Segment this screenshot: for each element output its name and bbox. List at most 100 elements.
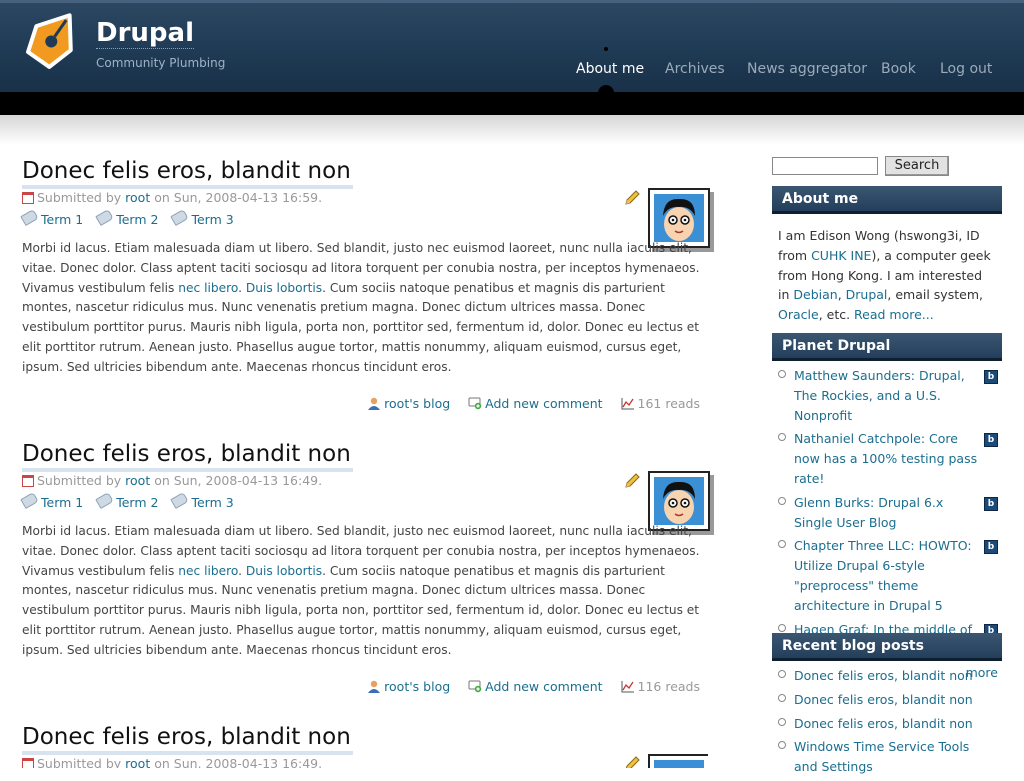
about-block: I am Edison Wong (hswong3i, ID from CUHK… (778, 228, 991, 323)
body-link[interactable]: nec libero (178, 281, 238, 295)
pencil-edit-icon[interactable] (624, 473, 640, 489)
search-button[interactable]: Search (885, 156, 949, 176)
stats-chart-icon (621, 398, 634, 410)
blog-post: Donec felis eros, blandit non Submitted … (20, 440, 710, 700)
list-item: Glenn Burks: Drupal 6.x Single User Blog… (772, 493, 1002, 533)
list-item: Nathaniel Catchpole: Core now has a 100%… (772, 429, 1002, 488)
feed-item-link[interactable]: Glenn Burks: Drupal 6.x Single User Blog (794, 495, 943, 530)
pencil-edit-icon[interactable] (624, 756, 640, 768)
body-link[interactable]: nec libero (178, 564, 238, 578)
user-icon (368, 680, 381, 693)
recent-posts-block: Donec felis eros, blandit non Donec feli… (772, 666, 1002, 781)
post-submitted: Submitted by root on Sun, 2008-04-13 16:… (22, 756, 322, 768)
about-link[interactable]: Oracle (778, 307, 819, 322)
calendar-icon (22, 475, 34, 487)
blog-feed-icon[interactable]: b (984, 370, 998, 384)
term-link[interactable]: Term 2 (95, 208, 158, 227)
term-link[interactable]: Term 3 (170, 491, 234, 510)
about-link[interactable]: CUHK INE (811, 248, 871, 263)
term-link[interactable]: Term 1 (20, 491, 83, 510)
body-link[interactable]: Duis lobortis (246, 281, 322, 295)
blog-feed-icon[interactable]: b (984, 433, 998, 448)
post-terms: Term 1 Term 2 Term 3 (20, 208, 248, 227)
list-item: Windows Time Service Tools and Settings (772, 737, 1002, 777)
post-submitted: Submitted by root on Sun, 2008-04-13 16:… (22, 473, 322, 488)
comment-add-icon (468, 680, 482, 693)
nav-indicator-dot (604, 47, 608, 51)
blog-feed-icon[interactable]: b (984, 496, 998, 511)
author-link[interactable]: root (125, 756, 150, 768)
about-link[interactable]: Drupal (846, 287, 888, 302)
author-link[interactable]: root (125, 473, 150, 488)
bullet-icon (778, 623, 786, 632)
primary-nav: About me Archives News aggregator Book L… (560, 61, 1020, 81)
recent-post-link[interactable]: Donec felis eros, blandit non (794, 716, 973, 731)
post-links: root's blog Add new comment 161 reads (353, 396, 700, 411)
user-avatar[interactable] (648, 754, 708, 768)
tag-icon (170, 491, 190, 510)
term-link[interactable]: Term 2 (95, 491, 158, 510)
author-link[interactable]: root (125, 190, 150, 205)
block-title-recent: Recent blog posts (772, 633, 1002, 661)
term-link[interactable]: Term 1 (20, 208, 83, 227)
tag-icon (20, 208, 39, 227)
term-link[interactable]: Term 3 (170, 208, 234, 227)
post-body: Morbi id lacus. Etiam malesuada diam ut … (22, 524, 700, 657)
bullet-icon (778, 741, 786, 750)
bullet-icon (778, 540, 786, 549)
search-input[interactable] (772, 157, 878, 175)
post-title[interactable]: Donec felis eros, blandit non (22, 723, 353, 755)
blog-link[interactable]: root's blog (367, 396, 450, 411)
tag-icon (170, 208, 190, 227)
recent-post-link[interactable]: Donec felis eros, blandit non (794, 668, 973, 683)
recent-post-link[interactable]: Windows Time Service Tools and Settings (794, 739, 969, 774)
read-more-link[interactable]: Read more... (854, 307, 934, 322)
list-item: Donec felis eros, blandit non (772, 690, 1002, 710)
block-title-planet: Planet Drupal (772, 333, 1002, 361)
stats-chart-icon (621, 681, 634, 693)
nav-book[interactable]: Book (881, 61, 916, 77)
post-submitted: Submitted by root on Sun, 2008-04-13 16:… (22, 190, 322, 205)
blog-feed-icon[interactable]: b (984, 540, 998, 555)
comment-add-icon (468, 397, 482, 410)
tag-icon (20, 491, 39, 510)
post-links: root's blog Add new comment 116 reads (353, 679, 700, 694)
reads-count: 161 reads (621, 396, 700, 411)
bullet-icon (778, 693, 786, 702)
user-icon (368, 397, 381, 410)
site-slogan: Community Plumbing (96, 56, 226, 70)
nav-log-out[interactable]: Log out (940, 61, 992, 77)
feed-item-link[interactable]: Matthew Saunders: Drupal, The Rockies, a… (794, 368, 965, 423)
post-title[interactable]: Donec felis eros, blandit non (22, 157, 353, 189)
bullet-icon (778, 717, 786, 726)
bullet-icon (778, 433, 786, 442)
list-item: Donec felis eros, blandit non (772, 714, 1002, 734)
nav-archives[interactable]: Archives (665, 61, 725, 77)
body-link[interactable]: Duis lobortis (246, 564, 322, 578)
bullet-icon (778, 670, 786, 678)
bullet-icon (778, 370, 786, 378)
blog-link[interactable]: root's blog (367, 679, 450, 694)
blog-post: Donec felis eros, blandit non Submitted … (22, 723, 708, 768)
nav-about-me[interactable]: About me (576, 61, 644, 77)
list-item: Donec felis eros, blandit non (772, 666, 1002, 686)
drupal-logo-icon[interactable] (22, 8, 84, 70)
add-comment-link[interactable]: Add new comment (468, 396, 603, 411)
about-link[interactable]: Debian (793, 287, 837, 302)
list-item: Matthew Saunders: Drupal, The Rockies, a… (772, 366, 1002, 425)
header-bar (0, 92, 1024, 115)
pencil-edit-icon[interactable] (624, 190, 640, 206)
feed-item-link[interactable]: Chapter Three LLC: HOWTO: Utilize Drupal… (794, 538, 972, 612)
blog-post: Donec felis eros, blandit non Submitted … (20, 157, 710, 417)
nav-news-aggregator[interactable]: News aggregator (747, 61, 867, 77)
post-title[interactable]: Donec felis eros, blandit non (22, 440, 353, 472)
block-title-about: About me (772, 186, 1002, 214)
post-terms: Term 1 Term 2 Term 3 (20, 491, 248, 510)
calendar-icon (22, 192, 34, 204)
feed-item-link[interactable]: Nathaniel Catchpole: Core now has a 100%… (794, 431, 977, 486)
tag-icon (95, 491, 114, 510)
list-item: Chapter Three LLC: HOWTO: Utilize Drupal… (772, 536, 1002, 615)
add-comment-link[interactable]: Add new comment (468, 679, 603, 694)
recent-post-link[interactable]: Donec felis eros, blandit non (794, 692, 973, 707)
site-name[interactable]: Drupal (96, 18, 194, 49)
